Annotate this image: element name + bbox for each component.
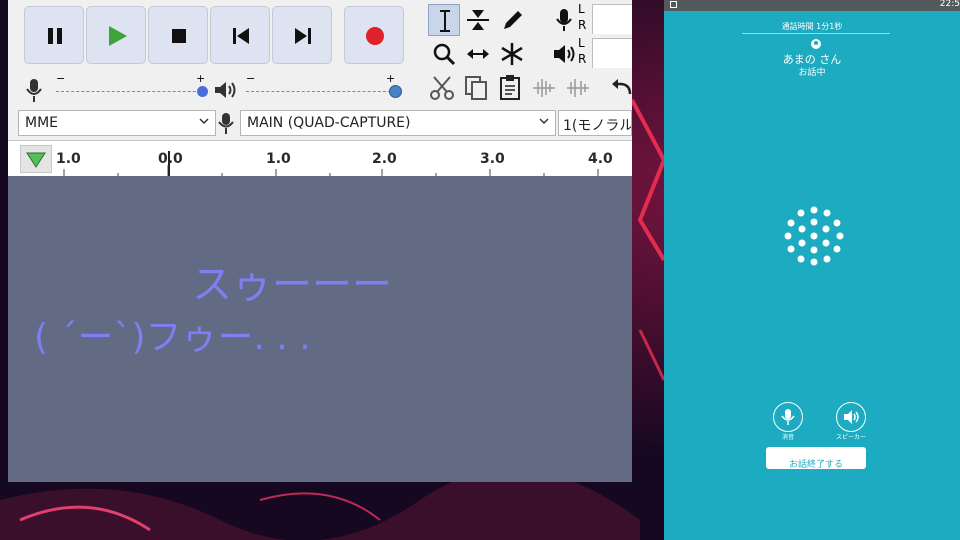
meter-left-label: L — [578, 2, 585, 16]
paste-button[interactable] — [494, 72, 526, 104]
pencil-icon — [504, 11, 522, 29]
recording-device-icon — [218, 113, 234, 134]
selection-tool[interactable] — [428, 4, 460, 36]
meter-left-label-2: L — [578, 36, 585, 50]
overlay-text-line-2: ( ´ー`)フゥー. . . — [34, 317, 311, 358]
zoom-tool[interactable] — [428, 38, 460, 70]
scissors-icon — [430, 76, 454, 100]
meter-right-label: R — [578, 18, 587, 32]
track-area[interactable]: スゥーーー ( ´ー`)フゥー. . . — [8, 176, 632, 482]
speaker-button[interactable] — [836, 402, 866, 432]
call-status: お話中 — [798, 68, 826, 78]
trim-audio-button[interactable] — [528, 72, 560, 104]
chevron-down-icon — [199, 118, 209, 125]
audio-host-select[interactable]: MME — [18, 110, 216, 136]
cut-button[interactable] — [426, 72, 458, 104]
mute-button[interactable] — [773, 402, 803, 432]
status-bar: 22:5 — [664, 0, 960, 11]
playhead-cursor[interactable] — [168, 151, 170, 177]
copy-button[interactable] — [460, 72, 492, 104]
speaker-icon — [844, 410, 859, 424]
recording-device-select[interactable]: MAIN (QUAD-CAPTURE) — [240, 110, 556, 136]
voice-activity-icon — [784, 206, 844, 266]
envelope-tool[interactable] — [462, 4, 494, 36]
playback-meter[interactable] — [592, 38, 632, 68]
speaker-icon — [554, 45, 575, 63]
slider-plus-label: + — [196, 72, 206, 85]
microphone-icon — [556, 9, 572, 31]
record-meter[interactable] — [592, 4, 632, 34]
asterisk-icon — [501, 43, 523, 65]
silence-icon — [567, 79, 589, 97]
microphone-icon — [781, 409, 795, 425]
magnifier-icon — [433, 43, 456, 66]
stop-icon — [172, 29, 186, 43]
skip-to-start-button[interactable] — [210, 6, 270, 64]
playback-volume-thumb[interactable] — [389, 85, 402, 98]
copy-icon — [465, 76, 487, 100]
recording-volume-slider[interactable] — [56, 91, 206, 92]
status-time: 22:5 — [939, 0, 960, 9]
speaker-label: スピーカー — [835, 434, 866, 441]
draw-tool[interactable] — [496, 4, 528, 36]
audio-host-value: MME — [25, 115, 59, 131]
i-beam-icon — [440, 10, 450, 32]
end-call-button[interactable]: お話終了する — [766, 447, 866, 470]
end-call-label: お話終了する — [788, 460, 843, 470]
recording-volume-thumb[interactable] — [197, 86, 208, 97]
slider-minus-label-2: − — [246, 72, 256, 85]
meter-right-label-2: R — [578, 52, 587, 66]
skip-start-icon — [233, 28, 249, 44]
pause-icon — [48, 28, 62, 44]
silence-audio-button[interactable] — [562, 72, 594, 104]
chevron-down-icon — [539, 118, 549, 125]
timeline-ruler[interactable]: 1.0 0.0 1.0 2.0 3.0 4.0 — [8, 140, 632, 177]
app-icon — [670, 1, 677, 8]
playback-meter-button[interactable] — [548, 38, 580, 70]
recording-channels-select[interactable]: 1(モノラル) 録 — [558, 110, 632, 136]
double-arrow-icon — [467, 49, 489, 59]
skip-end-icon — [295, 28, 311, 44]
undo-button[interactable] — [608, 72, 632, 104]
clipboard-icon — [500, 75, 520, 100]
audacity-window: L R L R − + − + MME MAIN (QUAD-CAPTURE) … — [8, 0, 632, 482]
mic-volume-icon — [26, 79, 42, 102]
trim-icon — [533, 79, 555, 97]
pause-button[interactable] — [24, 6, 84, 64]
playback-volume-slider[interactable] — [246, 91, 396, 92]
speaker-volume-icon — [215, 82, 236, 98]
time-shift-tool[interactable] — [462, 38, 494, 70]
contact-avatar-icon — [811, 39, 821, 49]
slider-plus-label-2: + — [386, 72, 396, 85]
stop-button[interactable] — [148, 6, 208, 64]
record-button[interactable] — [344, 6, 404, 64]
divider — [742, 33, 890, 34]
record-meter-button[interactable] — [548, 4, 580, 36]
multi-tool[interactable] — [496, 38, 528, 70]
skip-to-end-button[interactable] — [272, 6, 332, 64]
mute-label: 消音 — [781, 434, 794, 441]
slider-minus-label: − — [56, 72, 66, 85]
envelope-icon — [467, 10, 489, 30]
overlay-text-line-1: スゥーーー — [192, 262, 392, 308]
record-icon — [366, 27, 384, 45]
recording-device-value: MAIN (QUAD-CAPTURE) — [247, 115, 411, 131]
phone-call-app: 22:5 通話時間 1分1秒 あまの さん お話中 消音 スピーカー お話終了す… — [664, 0, 960, 540]
undo-icon — [612, 79, 632, 95]
call-duration: 通話時間 1分1秒 — [781, 22, 843, 31]
play-button[interactable] — [86, 6, 146, 64]
play-icon — [109, 26, 127, 46]
recording-channels-value: 1(モノラル) 録 — [563, 118, 632, 134]
